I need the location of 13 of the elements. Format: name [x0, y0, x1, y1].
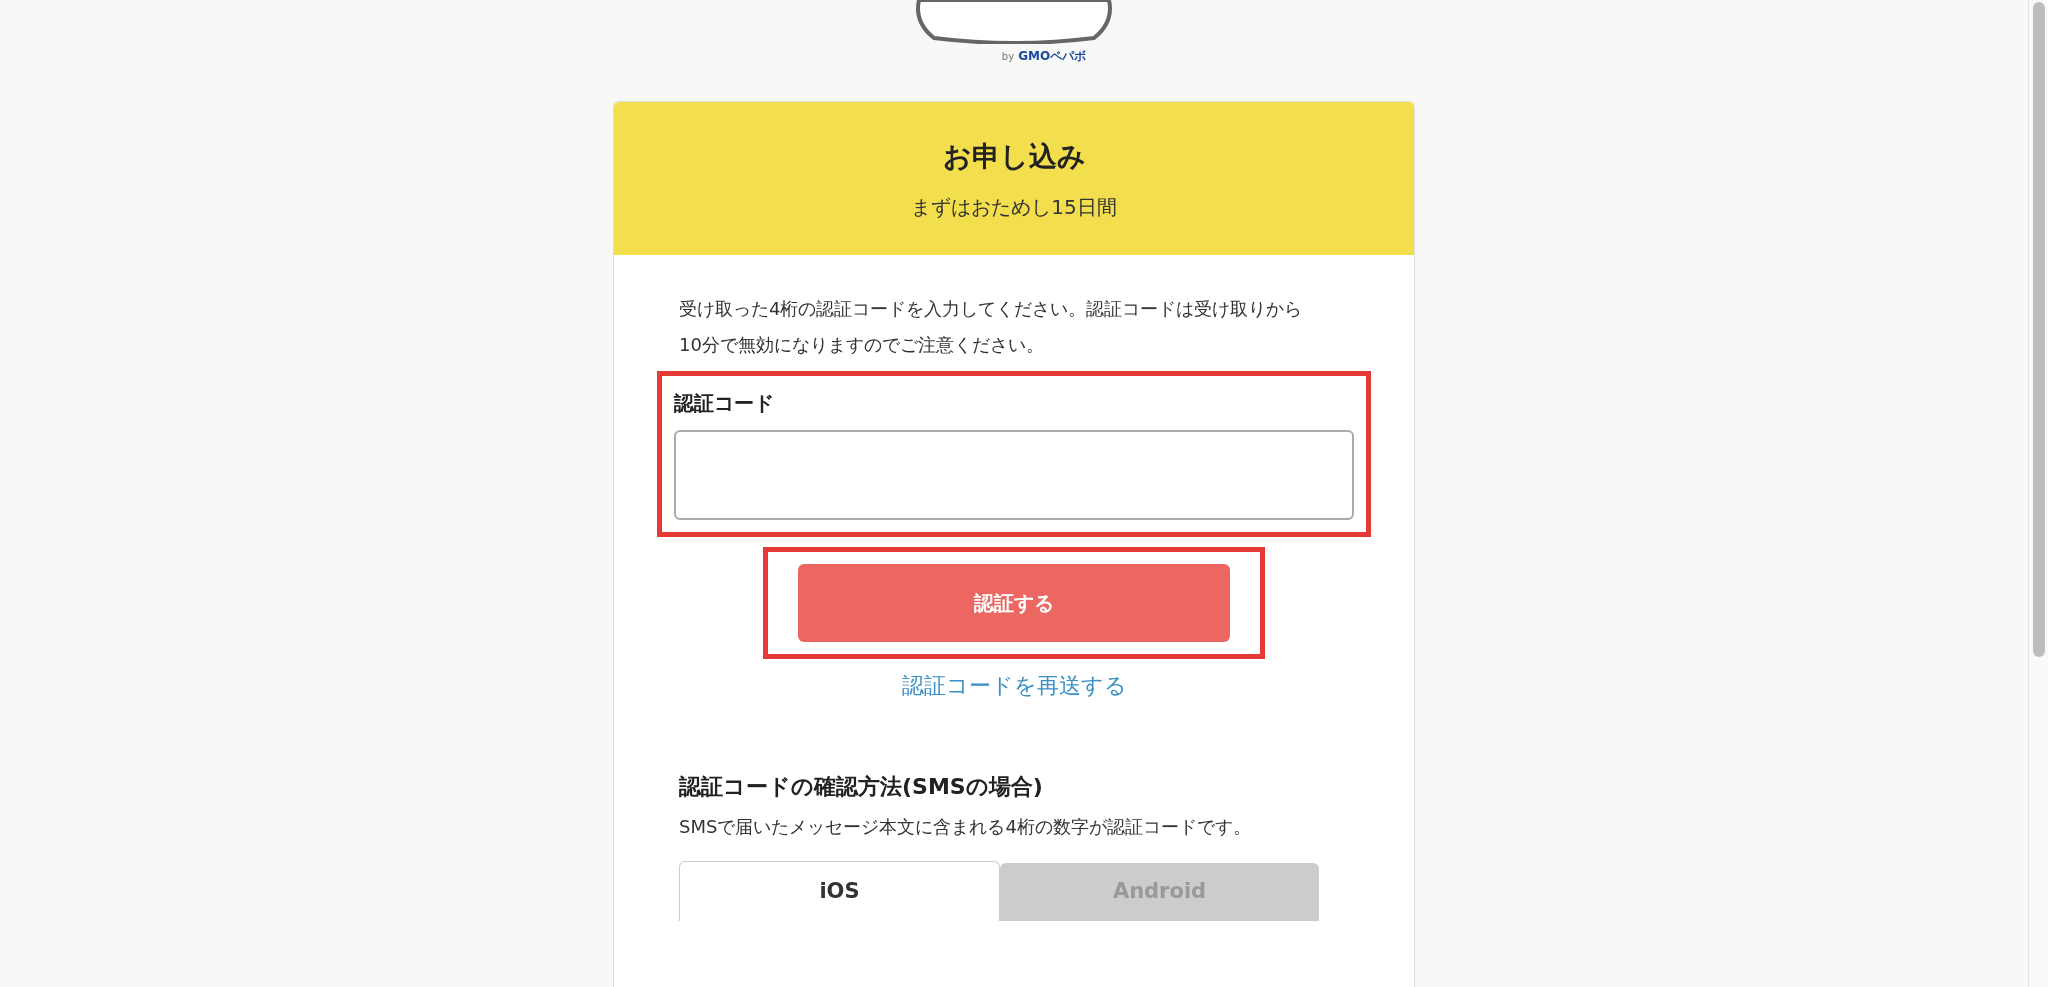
card-subtitle: まずはおためし15日間: [911, 193, 1117, 221]
code-input-field[interactable]: [674, 430, 1354, 520]
logo-byline: by: [1001, 50, 1015, 64]
field-label: 認証コード: [674, 390, 775, 417]
card-title: お申し込み: [942, 138, 1086, 175]
verify-button[interactable]: 認証する: [798, 564, 1230, 642]
logo-brand: GMOペパボ: [1018, 48, 1087, 65]
scrollbar-thumb[interactable]: [2032, 2, 2045, 657]
help-text: SMSで届いたメッセージ本文に含まれる4桁の数字が認証コードです。: [679, 815, 1252, 839]
instructions-text: 受け取った4桁の認証コードを入力してください。認証コードは受け取りから10分で無効になりますのでご注意ください。: [679, 297, 1304, 357]
help-heading: 認証コードの確認方法(SMSの場合): [679, 773, 1044, 801]
resend-link[interactable]: 認証コードを再送する: [901, 669, 1127, 702]
platform-tab[interactable]: iOS: [679, 861, 1000, 921]
